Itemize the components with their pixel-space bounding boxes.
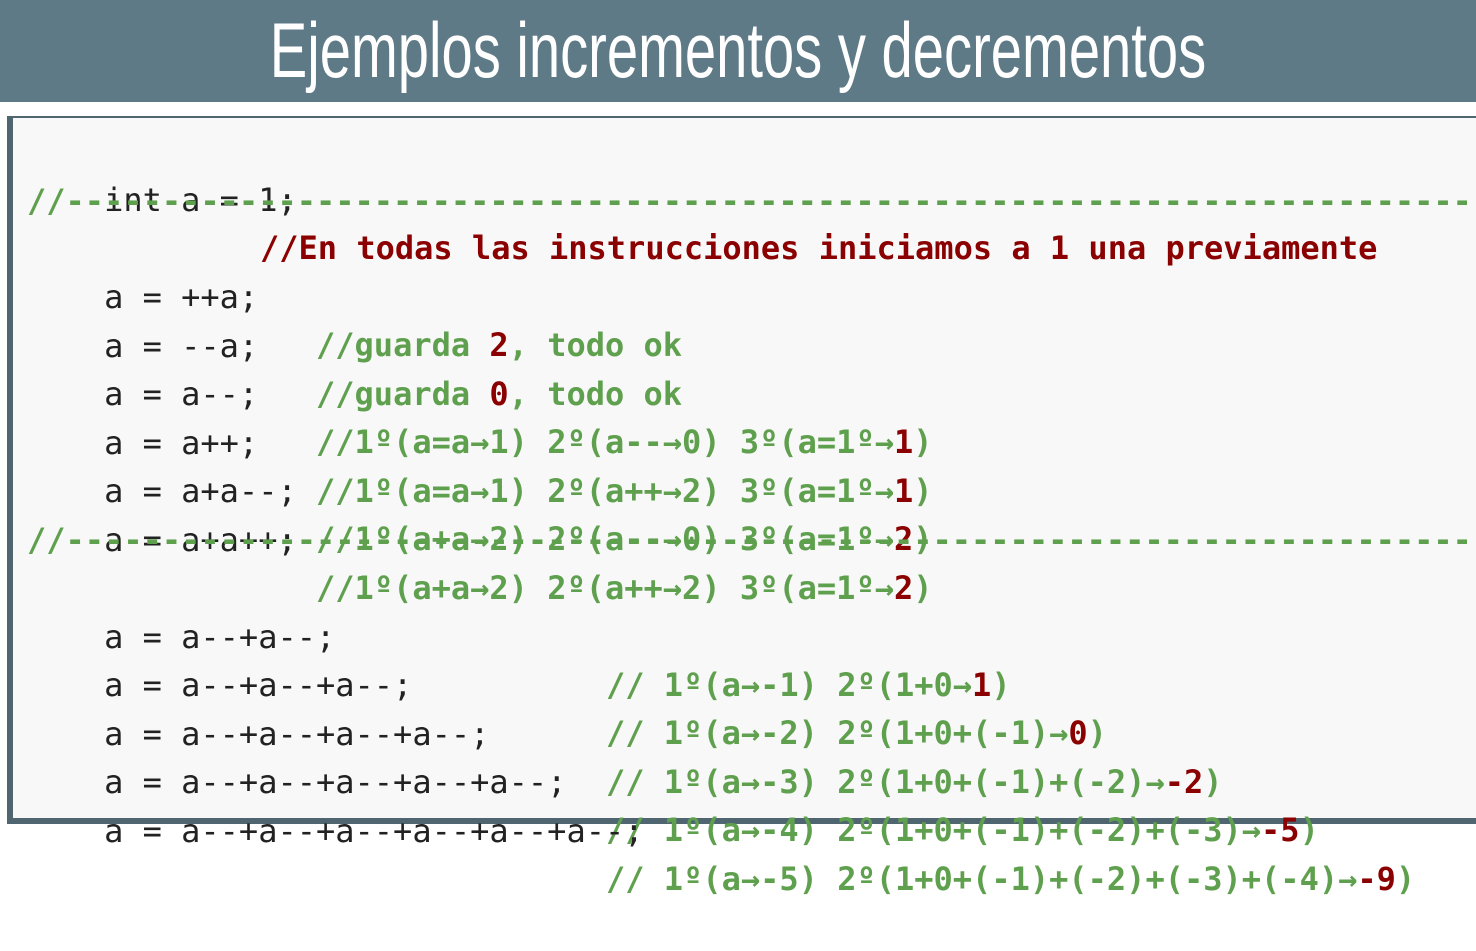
result-value: 0 [489, 375, 509, 413]
result-value: 1 [893, 423, 914, 461]
comment-text: // 1º(a→-4) 2º(1+0+(-1)+(-2)+(-3)→ [606, 811, 1262, 849]
comment-text: //guarda [316, 375, 490, 413]
result-value: -5 [1261, 811, 1300, 849]
comment-tail: ) [1203, 763, 1223, 801]
code-text: a = a--+a--+a--+a--+a--+a--; [104, 812, 644, 850]
result-value: 0 [1068, 714, 1088, 752]
result-value: 2 [893, 569, 914, 607]
comment-tail: ) [1087, 714, 1107, 752]
comment-text: //1º(a=a→1) 2º(a++→2) 3º(a=1º→ [316, 472, 894, 510]
code-line: a = a--; //1º(a=a→1) 2º(a--→0) 3º(a=1º→1… [27, 322, 932, 461]
code-line: a = a--+a--; // 1º(a→-1) 2º(1+0→1) [27, 565, 1011, 704]
header-comment: //En todas las instrucciones iniciamos a… [260, 229, 1378, 267]
result-value: 1 [893, 472, 914, 510]
code-line: a = a--+a--+a--+a--+a--; // 1º(a→-4) 2º(… [27, 710, 1319, 849]
comment-tail: , todo ok [508, 375, 683, 413]
comment-text: // 1º(a→-2) 2º(1+0+(-1)→ [606, 714, 1069, 752]
comment-tail: ) [991, 666, 1011, 704]
code-line: a = --a; //guarda 0, todo ok [27, 274, 682, 413]
result-value: 1 [972, 666, 992, 704]
comment-text: // 1º(a→-5) 2º(1+0+(-1)+(-2)+(-3)+(-4)→ [606, 860, 1358, 898]
code-line: a = a+a--; //1º(a+a→2) 2º(a--→0) 3º(a=1º… [27, 419, 932, 558]
separator-line: //--------------------------------------… [27, 521, 1467, 559]
page-title: Ejemplos incrementos y decrementos [269, 6, 1207, 94]
code-block: int a = 1; //En todas las instrucciones … [7, 116, 1476, 898]
comment-tail: ) [1299, 811, 1319, 849]
result-value: -2 [1164, 763, 1204, 801]
code-line: a = a+a++; //1º(a+a→2) 2º(a++→2) 3º(a=1º… [27, 468, 932, 607]
comment-text: //1º(a=a→1) 2º(a--→0) 3º(a=1º→ [316, 423, 894, 461]
comment-text: //guarda [316, 326, 490, 364]
result-value: -9 [1357, 860, 1396, 898]
comment-tail: , todo ok [508, 326, 683, 364]
comment-text: //1º(a+a→2) 2º(a++→2) 3º(a=1º→ [316, 569, 894, 607]
code-line: a = ++a; //guarda 2, todo ok [27, 225, 682, 364]
comment-tail: ) [913, 472, 933, 510]
comment-tail: ) [913, 423, 933, 461]
comment-tail: ) [1395, 860, 1416, 898]
code-line: a = a--+a--+a--; // 1º(a→-2) 2º(1+0+(-1)… [27, 613, 1107, 752]
separator-line: //--------------------------------------… [27, 182, 1467, 220]
code-line-init: int a = 1; //En todas las instrucciones … [27, 128, 1377, 267]
comment-text: // 1º(a→-3) 2º(1+0+(-1)+(-2)→ [606, 763, 1165, 801]
result-value: 2 [489, 326, 509, 364]
comment-text: // 1º(a→-1) 2º(1+0→ [606, 666, 973, 704]
code-line: a = a--+a--+a--+a--; // 1º(a→-3) 2º(1+0+… [27, 662, 1222, 801]
title-banner: Ejemplos incrementos y decrementos [0, 0, 1476, 102]
comment-tail: ) [913, 569, 933, 607]
code-line: a = a--+a--+a--+a--+a--+a--; // 1º(a→-5)… [27, 759, 1415, 898]
code-line: a = a++; //1º(a=a→1) 2º(a++→2) 3º(a=1º→1… [27, 371, 932, 510]
